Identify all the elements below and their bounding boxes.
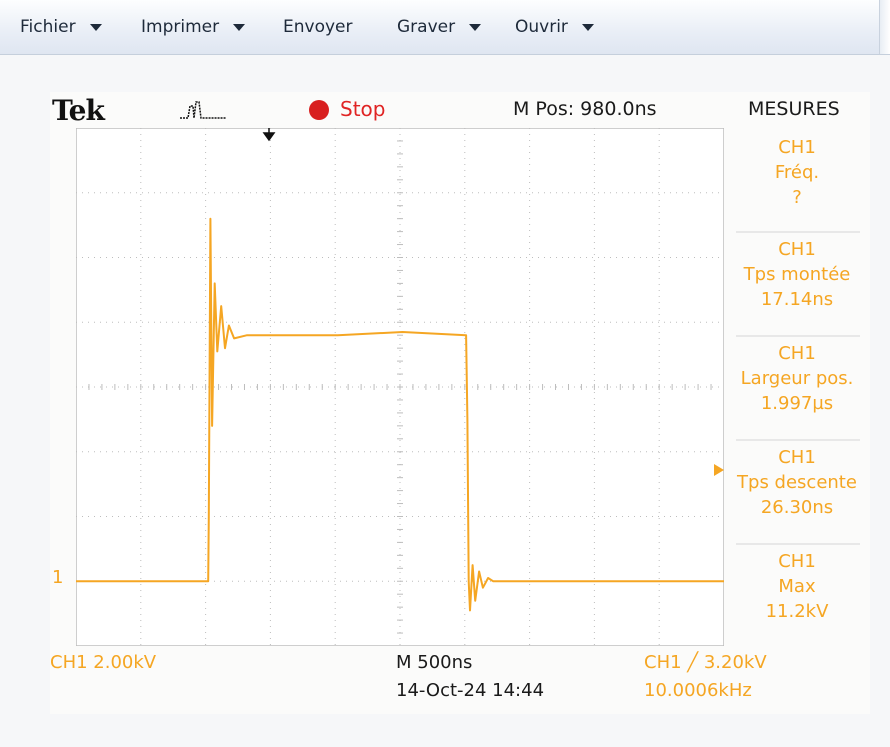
acquisition-pulse-icon [180,101,226,119]
menu-envoyer[interactable]: Envoyer [283,15,353,39]
oscilloscope-screen: Tek Stop M Pos: 980.0ns MESURES 1 CH1 Fr… [50,92,870,714]
trigger-readout: CH1 ╱ 3.20kV [644,652,767,673]
menu-fichier-label: Fichier [20,17,76,37]
measure-divider [736,439,860,441]
m-pos-readout: M Pos: 980.0ns [513,98,657,120]
measure-pos-width: CH1 Largeur pos. 1.997µs [732,341,862,416]
measure-channel: CH1 [778,343,816,364]
measure-value: ? [792,187,802,208]
measure-name: Fréq. [774,162,820,183]
measure-max: CH1 Max 11.2kV [732,549,862,624]
chevron-down-icon [469,23,482,31]
measure-rise-time: CH1 Tps montée 17.14ns [732,237,862,312]
measure-value: 11.2kV [765,601,829,622]
measure-divider [736,543,860,545]
chevron-down-icon [89,23,102,31]
measures-title: MESURES [748,98,840,120]
trigger-frequency: 10.0006kHz [644,680,752,701]
measure-name: Tps montée [743,264,851,285]
measure-name: Largeur pos. [740,368,854,389]
toolbar-edge [879,0,890,54]
measure-divider [736,231,860,233]
chevron-down-icon [581,23,594,31]
menu-envoyer-label: Envoyer [283,17,353,37]
menu-graver[interactable]: Graver [397,15,482,39]
waveform-graticule [76,128,724,646]
menu-fichier[interactable]: Fichier [20,15,102,39]
timebase-readout: M 500ns [396,652,473,673]
menu-ouvrir[interactable]: Ouvrir [515,15,594,39]
measure-value: 26.30ns [760,497,834,518]
menu-imprimer-label: Imprimer [141,17,220,37]
stop-indicator-icon [309,100,329,120]
measure-channel: CH1 [778,137,816,158]
ch1-scale: CH1 2.00kV [50,652,157,673]
measure-channel: CH1 [778,447,816,468]
measure-fall-time: CH1 Tps descente 26.30ns [732,445,862,520]
datetime-readout: 14-Oct-24 14:44 [396,680,545,701]
menu-graver-label: Graver [397,17,456,37]
measure-name: Tps descente [737,472,857,493]
ch1-ground-marker: 1 [52,567,64,588]
measure-divider [736,335,860,337]
measure-value: 17.14ns [760,289,834,310]
measure-value: 1.997µs [760,393,834,414]
measure-channel: CH1 [778,239,816,260]
chevron-down-icon [233,23,246,31]
measure-freq: CH1 Fréq. ? [732,135,862,210]
measure-name: Max [778,576,816,597]
menu-imprimer[interactable]: Imprimer [141,15,246,39]
menu-toolbar: Fichier Imprimer Envoyer Graver Ouvrir [0,0,890,55]
brand-logo: Tek [52,94,105,127]
measure-channel: CH1 [778,551,816,572]
menu-ouvrir-label: Ouvrir [515,17,568,37]
acquisition-status: Stop [340,97,386,121]
